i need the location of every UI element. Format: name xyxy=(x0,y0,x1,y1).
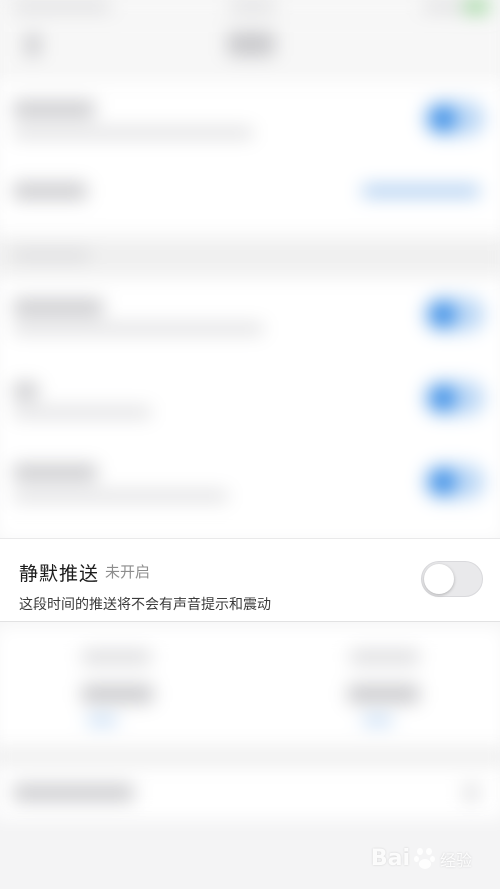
watermark-brand: Bai xyxy=(370,846,410,871)
blurred-background xyxy=(0,0,500,889)
silent-push-toggle[interactable] xyxy=(421,561,483,597)
baidu-jingyan-watermark: Bai 经验 xyxy=(371,846,472,871)
silent-push-status: 未开启 xyxy=(105,563,151,581)
silent-push-title: 静默推送 xyxy=(19,563,100,585)
settings-section-1 xyxy=(0,82,500,236)
settings-section-2 xyxy=(0,276,500,542)
nav-bar xyxy=(0,19,500,83)
paw-icon xyxy=(413,847,436,870)
bottom-setting-row xyxy=(0,766,500,820)
watermark-suffix: 经验 xyxy=(439,850,472,870)
silent-push-description: 这段时间的推送将不会有声音提示和震动 xyxy=(19,597,271,613)
time-picker-area xyxy=(0,625,500,746)
status-bar xyxy=(0,0,500,20)
toggle-knob xyxy=(424,564,454,594)
